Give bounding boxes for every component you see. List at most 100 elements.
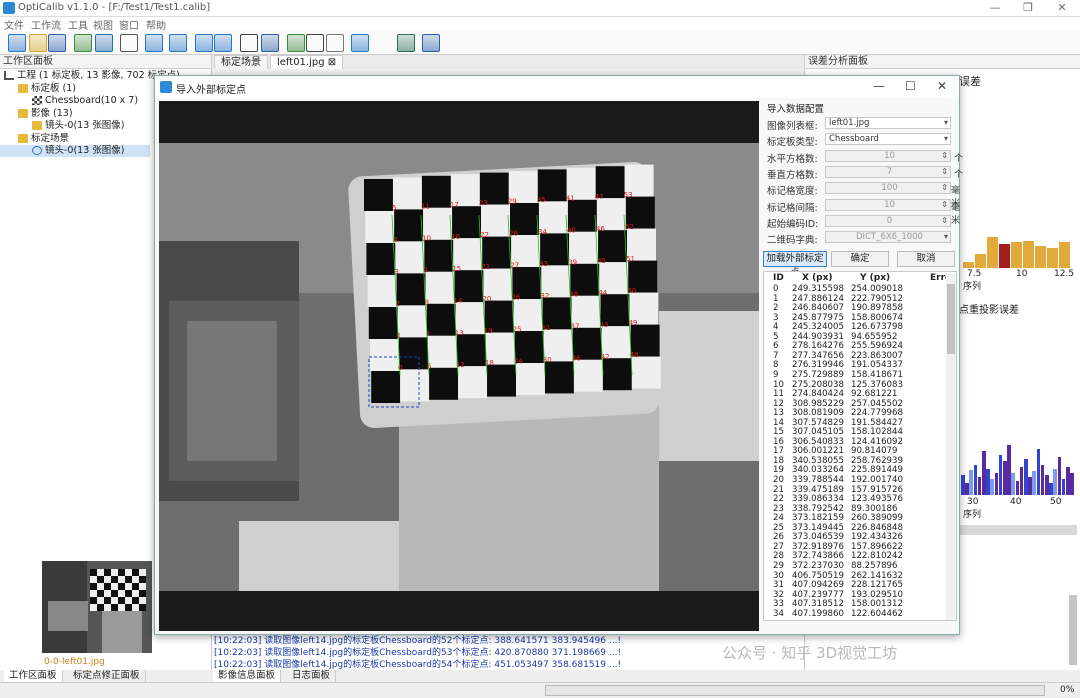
- table-row[interactable]: 12 308.985229 257.045502: [764, 399, 944, 408]
- table-scroll-thumb[interactable]: [947, 284, 955, 354]
- tree-item[interactable]: Chessboard(10 x 7): [0, 95, 138, 107]
- dialog-close-button[interactable]: ✕: [937, 79, 947, 93]
- config-spinbox[interactable]: 10 ⇕: [825, 149, 951, 162]
- table-row[interactable]: 10 275.208038 125.376083: [764, 380, 944, 389]
- table-row[interactable]: 13 308.081909 224.779968: [764, 409, 944, 418]
- table-row[interactable]: 15 307.045105 158.102844: [764, 428, 944, 437]
- table-row[interactable]: 8 276.319946 191.054337: [764, 361, 944, 370]
- spin-arrows-icon[interactable]: ⇕: [941, 216, 948, 226]
- table-row[interactable]: 25 373.149445 226.846848: [764, 523, 944, 532]
- spin-arrows-icon[interactable]: ⇕: [941, 151, 948, 161]
- play-icon[interactable]: [145, 34, 163, 52]
- thumbnail-image[interactable]: [42, 561, 152, 653]
- config-spinbox[interactable]: 100 ⇕: [825, 182, 951, 195]
- tab-image-info[interactable]: 影像信息面板: [213, 670, 282, 682]
- crosshair-icon[interactable]: [240, 34, 258, 52]
- camera-search-icon[interactable]: [214, 34, 232, 52]
- table-row[interactable]: 6 278.164276 255.596924: [764, 342, 944, 351]
- spin-arrows-icon[interactable]: ⇕: [941, 183, 948, 193]
- table-row[interactable]: 34 407.199860 122.604462: [764, 609, 944, 618]
- table-row[interactable]: 21 339.475189 157.915726: [764, 485, 944, 494]
- chessboard-icon[interactable]: [74, 34, 92, 52]
- table-row[interactable]: 29 372.237030 88.257896: [764, 562, 944, 571]
- table-row[interactable]: 20 339.788544 192.001740: [764, 476, 944, 485]
- config-spinbox[interactable]: 10 ⇕: [825, 198, 951, 211]
- tree-item[interactable]: 工程 (1 标定板, 13 影像, 702 标定点): [0, 70, 180, 82]
- camera-icon[interactable]: [351, 34, 369, 52]
- table-row[interactable]: 30 406.750519 262.141632: [764, 571, 944, 580]
- new-file-icon[interactable]: [8, 34, 26, 52]
- table-row[interactable]: 33 407.318512 158.001312: [764, 600, 944, 609]
- table-row[interactable]: 28 372.743866 122.810242: [764, 552, 944, 561]
- spin-arrows-icon[interactable]: ⇕: [941, 200, 948, 210]
- vertical-scrollbar[interactable]: [1069, 595, 1077, 665]
- column-header-x[interactable]: X (px): [802, 272, 833, 284]
- config-select[interactable]: left01.jpg ▾: [825, 117, 951, 129]
- table-row[interactable]: 22 339.086334 123.493576: [764, 495, 944, 504]
- scroll-region[interactable]: [959, 525, 1077, 535]
- menu-window[interactable]: 窗口: [119, 17, 139, 32]
- table-row[interactable]: 9 275.729889 158.418671: [764, 371, 944, 380]
- dialog-minimize-button[interactable]: —: [873, 79, 885, 93]
- tree-item[interactable]: 标定场景: [0, 133, 69, 145]
- ok-button[interactable]: 确定: [831, 251, 889, 267]
- menu-tools[interactable]: 工具: [68, 17, 88, 32]
- table-row[interactable]: 4 245.324005 126.673798: [764, 323, 944, 332]
- calibration-image[interactable]: 0123456789101112131415161718192021222324…: [149, 101, 759, 631]
- tab-point-correction[interactable]: 标定点修正面板: [68, 670, 146, 682]
- board-icon[interactable]: [306, 34, 324, 52]
- cancel-button[interactable]: 取消: [897, 251, 955, 267]
- layers-icon[interactable]: [397, 34, 415, 52]
- table-row[interactable]: 14 307.574829 191.584427: [764, 418, 944, 427]
- settings-icon[interactable]: [120, 34, 138, 52]
- calibration-image-view[interactable]: 0 1 2 3 4 5 6 7 8 9 10 11 12 13 14 15 16 17 18 19 20 21 22 23 24…: [149, 101, 759, 631]
- table-row[interactable]: 24 373.182159 260.389099: [764, 514, 944, 523]
- config-spinbox[interactable]: 7 ⇕: [825, 165, 951, 178]
- table-row[interactable]: 18 340.538055 258.762939: [764, 456, 944, 465]
- table-row[interactable]: 27 372.918976 157.896622: [764, 542, 944, 551]
- table-row[interactable]: 23 338.792542 89.300186: [764, 504, 944, 513]
- dropdown-arrow-icon[interactable]: ▾: [944, 118, 948, 128]
- tree-item[interactable]: 镜头-0(13 张图像): [0, 145, 150, 157]
- config-select[interactable]: DICT_6X6_1000 ▾: [825, 231, 951, 244]
- menu-help[interactable]: 帮助: [146, 17, 166, 32]
- tab-log[interactable]: 日志面板: [287, 670, 337, 682]
- close-button[interactable]: ✕: [1052, 1, 1072, 15]
- tree-item[interactable]: 标定板 (1): [0, 83, 76, 95]
- spin-arrows-icon[interactable]: ⇕: [941, 167, 948, 177]
- chart-line-icon[interactable]: [287, 34, 305, 52]
- column-header-y[interactable]: Y (px): [860, 272, 890, 284]
- table-row[interactable]: 11 274.840424 92.681221: [764, 390, 944, 399]
- table-row[interactable]: 1 247.886124 222.790512: [764, 294, 944, 303]
- menu-file[interactable]: 文件: [4, 17, 24, 32]
- minimize-button[interactable]: —: [985, 1, 1005, 15]
- table-row[interactable]: 26 373.046539 192.434326: [764, 533, 944, 542]
- menu-view[interactable]: 视图: [93, 17, 113, 32]
- checker-icon[interactable]: [326, 34, 344, 52]
- tab-workspace[interactable]: 工作区面板: [4, 670, 63, 682]
- table-row[interactable]: 16 306.540833 124.416092: [764, 437, 944, 446]
- table-row[interactable]: 19 340.033264 225.891449: [764, 466, 944, 475]
- tab-left01[interactable]: left01.jpg ⊠: [270, 55, 344, 69]
- tree-item[interactable]: 镜头-0(13 张图像): [0, 120, 125, 132]
- open-folder-icon[interactable]: [29, 34, 47, 52]
- dropdown-arrow-icon[interactable]: ▾: [944, 134, 948, 144]
- config-spinbox[interactable]: 0 ⇕: [825, 214, 951, 227]
- table-row[interactable]: 0 249.315598 254.009018: [764, 285, 944, 294]
- close-tab-icon[interactable]: ⊠: [328, 57, 336, 68]
- save-icon[interactable]: [48, 34, 66, 52]
- maximize-button[interactable]: ❐: [1018, 1, 1038, 15]
- menu-workflow[interactable]: 工作流: [31, 17, 61, 32]
- dropdown-arrow-icon[interactable]: ▾: [944, 232, 948, 242]
- stereo-icon[interactable]: [261, 34, 279, 52]
- table-row[interactable]: 31 407.094269 228.121765: [764, 581, 944, 590]
- table-row[interactable]: 7 277.347656 223.863007: [764, 351, 944, 360]
- camera-zoom-icon[interactable]: [195, 34, 213, 52]
- user-settings-icon[interactable]: [422, 34, 440, 52]
- tree-item[interactable]: 影像 (13): [0, 108, 73, 120]
- table-row[interactable]: 3 245.877975 158.800674: [764, 313, 944, 322]
- column-header-id[interactable]: ID: [773, 272, 784, 284]
- table-row[interactable]: 5 244.903931 94.655952: [764, 332, 944, 341]
- image-import-icon[interactable]: [95, 34, 113, 52]
- table-row[interactable]: 17 306.001221 90.814079: [764, 447, 944, 456]
